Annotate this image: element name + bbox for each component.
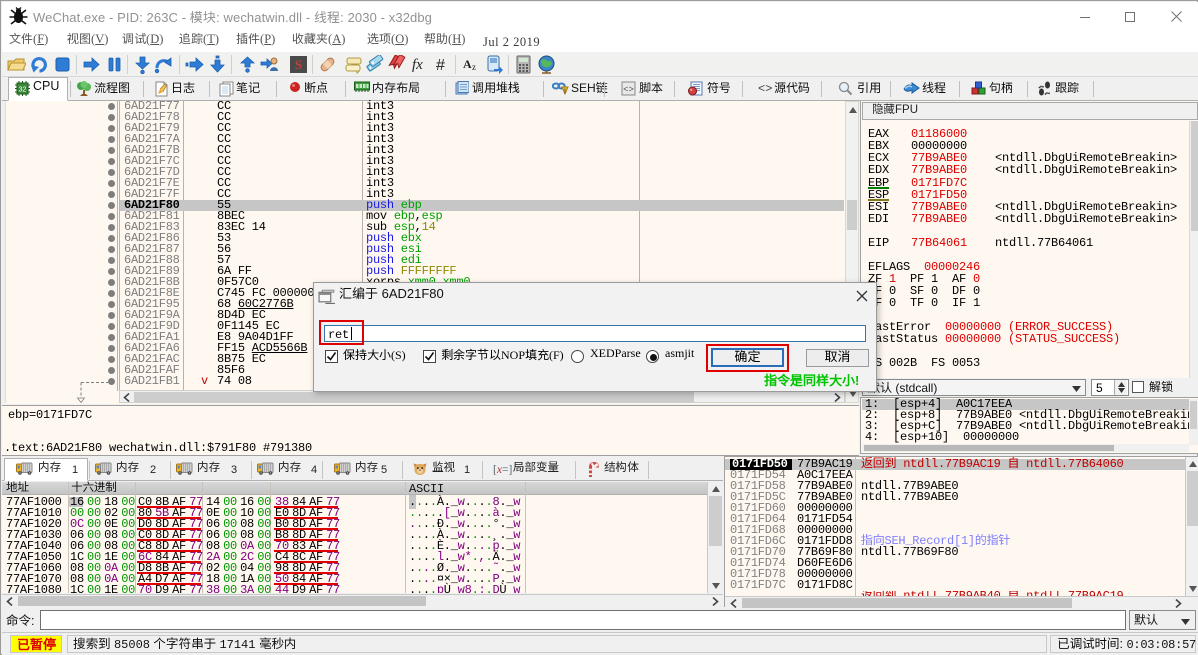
- svg-text:!: !: [564, 89, 566, 95]
- svg-text:A: A: [463, 57, 472, 71]
- svg-text:#: #: [436, 57, 445, 74]
- svg-text:<>: <>: [623, 85, 634, 95]
- svg-text:32: 32: [19, 87, 27, 94]
- svg-text:fx: fx: [412, 57, 423, 73]
- svg-text:z: z: [472, 62, 476, 72]
- svg-text:<>: <>: [758, 82, 772, 94]
- svg-text:S: S: [295, 57, 302, 72]
